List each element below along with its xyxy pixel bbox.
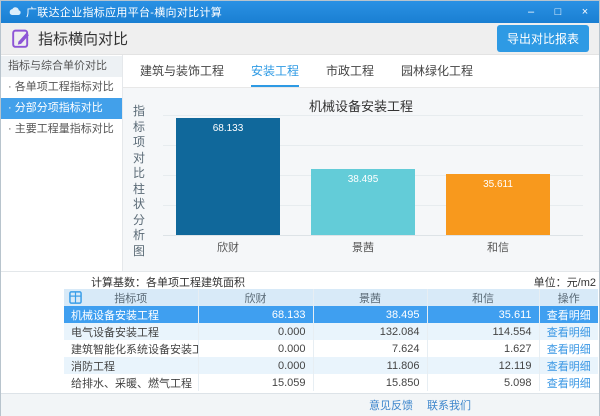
- minimize-button[interactable]: –: [525, 7, 537, 18]
- row-value: 7.624: [313, 340, 427, 357]
- tab-3[interactable]: 园林绿化工程: [401, 55, 473, 87]
- side-label-char: 图: [132, 244, 146, 260]
- app-header: 指标横向对比 导出对比报表: [1, 23, 599, 55]
- row-value: 38.495: [313, 306, 427, 323]
- category-label-景茜: 景茜: [311, 239, 415, 255]
- export-report-button[interactable]: 导出对比报表: [497, 25, 589, 52]
- unit-label: 单位：元/m2: [534, 274, 596, 290]
- row-name: 建筑智能化系统设备安装工程: [64, 340, 198, 357]
- table-row[interactable]: 给排水、采暖、燃气工程15.05915.8505.098 查看明细: [64, 374, 598, 391]
- row-name: 机械设备安装工程: [64, 306, 198, 323]
- bar-和信[interactable]: 35.611: [446, 174, 550, 235]
- row-name: 给排水、采暖、燃气工程: [64, 374, 198, 391]
- category-label-和信: 和信: [446, 239, 550, 255]
- contact-link[interactable]: 联系我们: [427, 397, 471, 413]
- chart-title: 机械设备安装工程: [123, 88, 599, 115]
- view-detail-link[interactable]: 查看明细: [547, 361, 591, 373]
- bar-chart: 68.133 38.495 35.611: [163, 115, 583, 235]
- side-label-char: 指: [132, 104, 146, 120]
- sidebar-item-single-project[interactable]: · 各单项工程指标对比: [1, 77, 122, 98]
- tab-1[interactable]: 安装工程: [251, 55, 299, 87]
- table-row[interactable]: 消防工程0.00011.80612.119 查看明细: [64, 357, 598, 374]
- row-value: 114.554: [427, 323, 539, 340]
- sidebar-item-composite-unit-price[interactable]: 指标与综合单价对比: [1, 56, 122, 77]
- bar-欣财[interactable]: 68.133: [176, 118, 280, 235]
- row-name: 电气设备安装工程: [64, 323, 198, 340]
- row-value: 132.084: [313, 323, 427, 340]
- table-section: 计算基数：各单项工程建筑面积 单位：元/m2 指标项 欣财 景茜 和信 操作 机械设备安…: [1, 271, 599, 393]
- tab-0[interactable]: 建筑与装饰工程: [140, 55, 224, 87]
- window-title: 广联达企业指标应用平台-横向对比计算: [26, 4, 222, 20]
- view-detail-link[interactable]: 查看明细: [547, 310, 591, 322]
- row-name: 消防工程: [64, 357, 198, 374]
- maximize-button[interactable]: □: [552, 7, 564, 18]
- side-label-char: 项: [132, 135, 146, 151]
- row-value: 0.000: [198, 323, 313, 340]
- app-window: 广联达企业指标应用平台-横向对比计算 – □ × 指标横向对比 导出对比报表 指…: [0, 0, 600, 416]
- bar-value-label: 38.495: [311, 169, 415, 185]
- row-value: 5.098: [427, 374, 539, 391]
- calc-base-label: 计算基数：各单项工程建筑面积: [91, 274, 245, 290]
- chart-side-label: 指标项对比柱状分析图: [132, 104, 146, 259]
- view-detail-link[interactable]: 查看明细: [547, 344, 591, 356]
- column-header: 景茜: [359, 293, 381, 305]
- table-meta-row: 计算基数：各单项工程建筑面积 单位：元/m2: [64, 272, 598, 289]
- table-row[interactable]: 电气设备安装工程0.000132.084114.554 查看明细: [64, 323, 598, 340]
- category-label-欣财: 欣财: [176, 239, 280, 255]
- close-button[interactable]: ×: [579, 7, 591, 18]
- sidebar-item-sub-division[interactable]: · 分部分项指标对比: [1, 98, 122, 119]
- row-value: 1.627: [427, 340, 539, 357]
- gridline: [163, 115, 583, 116]
- table-row[interactable]: 建筑智能化系统设备安装工程0.0007.6241.627 查看明细: [64, 340, 598, 357]
- main-split: 指标与综合单价对比· 各单项工程指标对比· 分部分项指标对比· 主要工程量指标对…: [1, 55, 599, 271]
- footer-bar: 意见反馈 联系我们: [1, 393, 599, 416]
- side-label-char: 析: [132, 228, 146, 244]
- row-value: 0.000: [198, 340, 313, 357]
- side-label-char: 标: [132, 120, 146, 136]
- table-header-row: 指标项 欣财 景茜 和信 操作: [64, 289, 598, 306]
- page-title: 指标横向对比: [38, 28, 128, 49]
- row-value: 15.850: [313, 374, 427, 391]
- view-detail-link[interactable]: 查看明细: [547, 378, 591, 390]
- titlebar: 广联达企业指标应用平台-横向对比计算 – □ ×: [1, 1, 599, 23]
- table-row[interactable]: 机械设备安装工程68.13338.49535.611 查看明细: [64, 306, 598, 323]
- bar-value-label: 68.133: [176, 118, 280, 134]
- comparison-table: 指标项 欣财 景茜 和信 操作 机械设备安装工程68.13338.49535.611 查看…: [64, 289, 598, 391]
- view-detail-link[interactable]: 查看明细: [547, 327, 591, 339]
- column-header: 操作: [558, 293, 580, 305]
- window-controls: – □ ×: [525, 7, 591, 18]
- column-header: 和信: [472, 293, 494, 305]
- sidebar: 指标与综合单价对比· 各单项工程指标对比· 分部分项指标对比· 主要工程量指标对…: [1, 55, 123, 271]
- chart-bars: 68.133 38.495 35.611: [176, 118, 550, 235]
- feedback-link[interactable]: 意见反馈: [369, 397, 413, 413]
- app-logo-icon: [9, 7, 21, 17]
- row-value: 0.000: [198, 357, 313, 374]
- side-label-char: 状: [132, 197, 146, 213]
- table-grid-icon: [69, 291, 82, 304]
- column-header: 指标项: [114, 293, 147, 305]
- side-label-char: 比: [132, 166, 146, 182]
- column-header: 欣财: [245, 293, 267, 305]
- row-value: 15.059: [198, 374, 313, 391]
- row-value: 68.133: [198, 306, 313, 323]
- row-value: 12.119: [427, 357, 539, 374]
- compare-pen-icon: [11, 28, 32, 49]
- chart-section: 指标项对比柱状分析图 机械设备安装工程 68.133 38.495 35.611 欣…: [123, 88, 599, 271]
- row-value: 11.806: [313, 357, 427, 374]
- side-label-char: 柱: [132, 182, 146, 198]
- side-label-char: 分: [132, 213, 146, 229]
- gridline: [163, 235, 583, 236]
- content-area: 建筑与装饰工程安装工程市政工程园林绿化工程 指标项对比柱状分析图 机械设备安装工…: [123, 55, 599, 271]
- side-label-char: 对: [132, 151, 146, 167]
- tab-2[interactable]: 市政工程: [326, 55, 374, 87]
- row-value: 35.611: [427, 306, 539, 323]
- bar-value-label: 35.611: [446, 174, 550, 190]
- sidebar-item-main-quantity[interactable]: · 主要工程量指标对比: [1, 119, 122, 140]
- bar-景茜[interactable]: 38.495: [311, 169, 415, 235]
- tab-bar: 建筑与装饰工程安装工程市政工程园林绿化工程: [123, 55, 599, 88]
- chart-category-labels: 欣财 景茜 和信: [176, 239, 550, 255]
